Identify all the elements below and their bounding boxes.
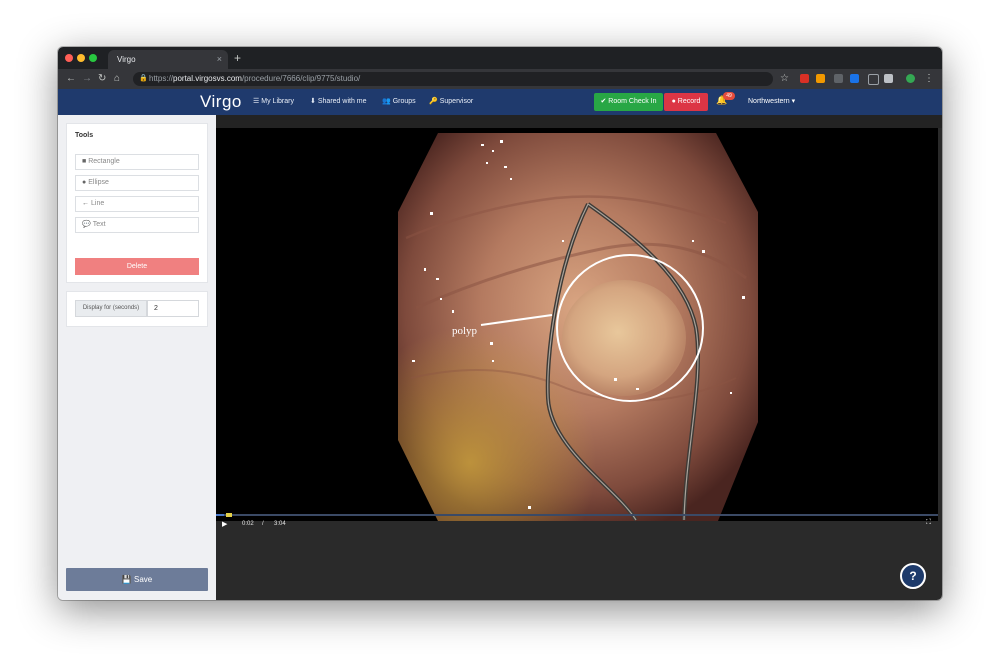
save-label: Save [133,575,153,584]
video-player[interactable]: polyp [216,128,938,521]
download-icon: ⬇ [310,98,316,105]
caret-down-icon: ▾ [791,98,796,105]
profile-avatar-icon[interactable] [906,74,915,83]
lock-icon: 🔒 [139,75,148,82]
user-menu-label: Northwestern [748,98,790,105]
tool-text-label: Text [92,221,106,228]
tab-close-icon[interactable]: × [217,50,222,69]
save-icon: 💾 [121,575,132,584]
record-label: Record [677,98,701,105]
record-button[interactable]: ● Record [664,93,708,111]
extension-dark-icon[interactable] [834,74,843,83]
nav-groups[interactable]: 👥 Groups [382,97,416,107]
tools-card: Tools ■ Rectangle ● Ellipse ← Line 💬 Text De… [66,123,208,283]
duration: 3:04 [274,521,286,527]
tool-text[interactable]: 💬 Text [75,217,199,233]
room-check-in-label: Room Check In [608,98,657,105]
browser-tab-bar: Virgo × + [58,47,942,69]
extension-screen-icon[interactable] [884,74,893,83]
check-icon: ✔ [600,98,607,105]
square-icon: ■ [82,158,87,165]
extension-rss-icon[interactable] [816,74,825,83]
back-icon[interactable]: ← [66,72,76,86]
list-icon: ☰ [253,98,260,105]
room-check-in-button[interactable]: ✔ Room Check In [594,93,663,111]
users-icon: 👥 [382,98,391,105]
nav-shared-with-me[interactable]: ⬇ Shared with me [310,97,367,107]
browser-tab[interactable]: Virgo × [108,50,228,69]
tool-rectangle-label: Rectangle [88,158,120,165]
app-navbar: Virgo ☰ My Library ⬇ Shared with me 👥 Group… [58,89,942,115]
record-dot-icon: ● [671,98,676,105]
nav-supervisor[interactable]: 🔑 Supervisor [429,97,473,107]
progress-marker[interactable] [226,513,232,517]
address-bar[interactable]: 🔒 https://portal.virgosvs.com/procedure/… [133,72,773,86]
delete-button[interactable]: Delete [75,258,199,275]
minimize-window-button[interactable] [77,54,85,62]
key-icon: 🔑 [429,98,438,105]
extension-box-icon[interactable] [868,74,879,85]
progress-track[interactable] [216,513,938,517]
browser-toolbar: ← → ↻ ⌂ 🔒 https://portal.virgosvs.com/pr… [58,69,942,89]
nav-my-library[interactable]: ☰ My Library [253,97,294,107]
virgo-logo[interactable]: Virgo [200,92,242,112]
browser-menu-icon[interactable]: ⋮ [924,72,934,86]
url-path: /procedure/7666/clip/9775/studio/ [241,74,361,83]
tools-title: Tools [75,132,94,139]
nav-groups-label: Groups [392,98,416,105]
nav-shared-with-me-label: Shared with me [317,98,367,105]
url-host: portal.virgosvs.com [173,74,242,83]
url-prefix: https:// [149,74,174,83]
display-card: Display for (seconds) 2 [66,291,208,327]
polyp [562,280,686,396]
display-for-label: Display for (seconds) [75,300,147,317]
forward-icon[interactable]: → [82,72,92,86]
stage-top-strip [216,115,942,128]
extension-blue-icon[interactable] [850,74,859,83]
nav-my-library-label: My Library [261,98,294,105]
nav-supervisor-label: Supervisor [439,98,474,105]
save-button[interactable]: 💾 Save [66,568,208,591]
tool-line-label: Line [91,200,105,207]
extension-badge-icon[interactable] [800,74,809,83]
home-icon[interactable]: ⌂ [114,72,120,86]
comment-icon: 💬 [82,221,91,228]
arrow-left-icon: ← [82,200,89,207]
reload-icon[interactable]: ↻ [98,72,106,86]
fullscreen-icon[interactable]: ⛶ [926,519,931,527]
video-stage: polyp ▶ 0:02 / 3:04 ⛶ ? [216,115,942,600]
left-panel: Tools ■ Rectangle ● Ellipse ← Line 💬 Text De… [58,115,217,600]
close-window-button[interactable] [65,54,73,62]
tool-ellipse-label: Ellipse [88,179,109,186]
time-separator: / [262,521,264,527]
current-time: 0:02 [242,521,254,527]
notification-badge: 49 [723,92,735,100]
new-tab-button[interactable]: + [234,50,241,66]
play-icon[interactable]: ▶ [222,520,227,528]
tool-rectangle[interactable]: ■ Rectangle [75,154,199,170]
annotation-text-polyp[interactable]: polyp [452,325,478,337]
progress-fill [216,514,224,516]
endoscopy-frame: polyp [398,133,758,521]
browser-window: Virgo × + ← → ↻ ⌂ 🔒 https://portal.virgo… [58,47,942,600]
user-menu[interactable]: Northwestern ▾ [748,97,795,107]
tab-title: Virgo [117,55,136,64]
tool-line[interactable]: ← Line [75,196,199,212]
bookmark-star-icon[interactable]: ☆ [780,72,789,86]
tool-ellipse[interactable]: ● Ellipse [75,175,199,191]
circle-icon: ● [82,179,87,186]
help-button[interactable]: ? [900,563,926,589]
display-seconds-input[interactable]: 2 [147,300,199,317]
maximize-window-button[interactable] [89,54,97,62]
